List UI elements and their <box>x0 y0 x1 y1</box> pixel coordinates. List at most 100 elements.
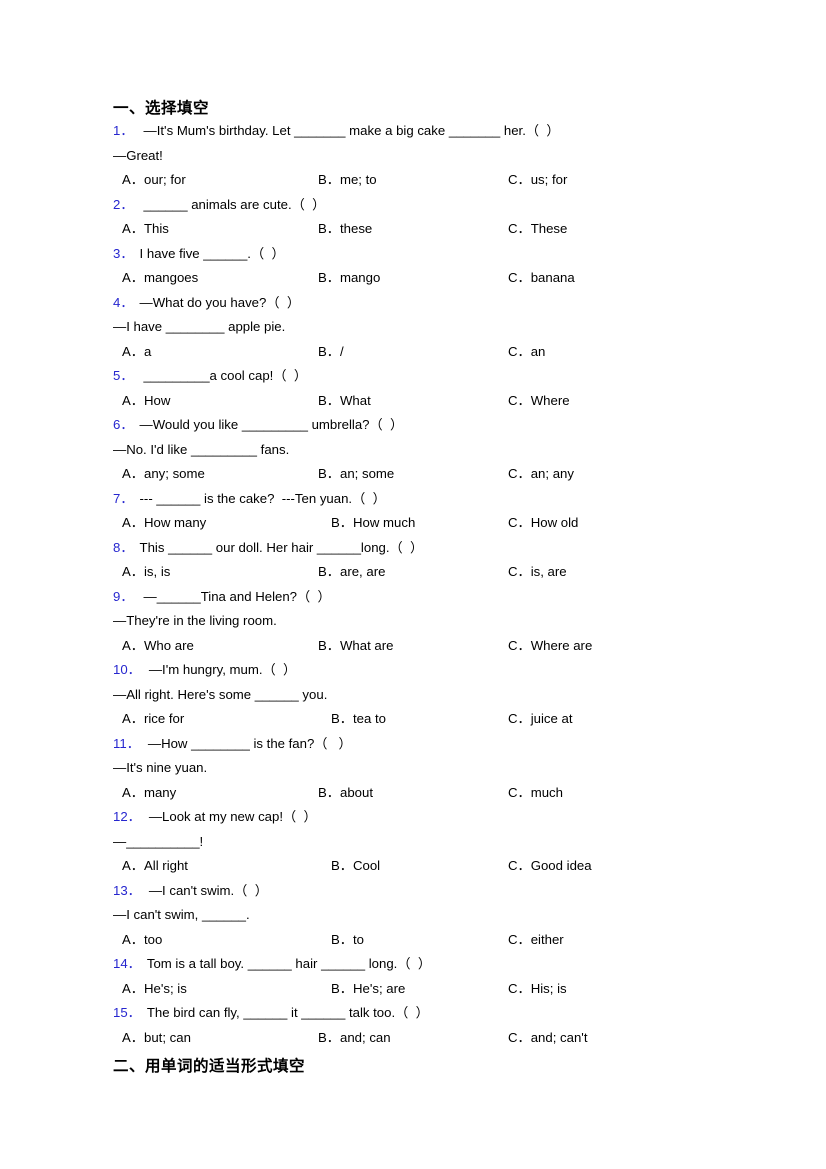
question-continuation-line: —I have ________ apple pie. <box>113 315 813 340</box>
question-continuation: —All right. Here's some ______ you. <box>113 686 328 702</box>
option-b[interactable]: B．tea to <box>331 707 386 732</box>
question-stem: —How ________ is the fan?（ ） <box>147 735 352 751</box>
option-b[interactable]: B．How much <box>331 511 415 536</box>
option-a[interactable]: A．many <box>122 781 176 806</box>
option-row: A．too B．to C．either <box>113 928 813 953</box>
option-c[interactable]: C．either <box>508 928 564 953</box>
option-b[interactable]: B．an; some <box>318 462 394 487</box>
option-a[interactable]: A．our; for <box>122 168 186 193</box>
question-line: 5． _________a cool cap!（ ） <box>113 364 813 389</box>
option-a[interactable]: A．How many <box>122 511 206 536</box>
option-b[interactable]: B．mango <box>318 266 380 291</box>
option-b[interactable]: B．these <box>318 217 372 242</box>
question-line: 9． —______Tina and Helen?（ ） <box>113 585 813 610</box>
question-continuation-line: —It's nine yuan. <box>113 756 813 781</box>
question-stem: —It's Mum's birthday. Let _______ make a… <box>143 123 560 138</box>
option-a[interactable]: A．any; some <box>122 462 205 487</box>
option-c[interactable]: C．banana <box>508 266 575 291</box>
option-row: A．a B．/ C．an <box>113 340 813 365</box>
question-number: 13． <box>113 882 141 898</box>
option-b[interactable]: B．are, are <box>318 560 385 585</box>
question-stem: —I'm hungry, mum.（ ） <box>148 662 297 677</box>
question-stem: ______ animals are cute.（ ） <box>143 196 326 212</box>
option-a[interactable]: A．Who are <box>122 634 194 659</box>
question-line: 12． —Look at my new cap!（ ） <box>113 805 813 830</box>
question-line: 14． Tom is a tall boy. ______ hair ______… <box>113 952 813 977</box>
option-a[interactable]: A．This <box>122 217 169 242</box>
question-line: 3． I have five ______.（ ） <box>113 242 813 267</box>
question-continuation-line: —No. I'd like _________ fans. <box>113 438 813 463</box>
option-b[interactable]: B．He's; are <box>331 977 405 1002</box>
option-b[interactable]: B．me; to <box>318 168 377 193</box>
question-line: 15． The bird can fly, ______ it ______ ta… <box>113 1001 813 1026</box>
question-number: 12． <box>113 809 141 824</box>
question-number: 8． <box>113 539 134 555</box>
question-number: 1． <box>113 123 134 138</box>
option-c[interactable]: C．How old <box>508 511 578 536</box>
option-a[interactable]: A．too <box>122 928 162 953</box>
option-c[interactable]: C．Where are <box>508 634 592 659</box>
option-row: A．How many B．How much C．How old <box>113 511 813 536</box>
option-row: A．any; some B．an; some C．an; any <box>113 462 813 487</box>
option-c[interactable]: C．an <box>508 340 545 365</box>
option-a[interactable]: A．All right <box>122 854 188 879</box>
option-b[interactable]: B．/ <box>318 340 344 365</box>
option-c[interactable]: C．is, are <box>508 560 567 585</box>
question-line: 1． —It's Mum's birthday. Let _______ make… <box>113 119 813 144</box>
option-row: A．our; for B．me; to C．us; for <box>113 168 813 193</box>
option-row: A．many B．about C．much <box>113 781 813 806</box>
option-b[interactable]: B．Cool <box>331 854 380 879</box>
question-line: 8． This ______ our doll. Her hair ______l… <box>113 536 813 561</box>
option-row: A．He's; is B．He's; are C．His; is <box>113 977 813 1002</box>
question-continuation: —I have ________ apple pie. <box>113 319 286 334</box>
option-c[interactable]: C．His; is <box>508 977 567 1002</box>
option-row: A．rice for B．tea to C．juice at <box>113 707 813 732</box>
question-line: 11． —How ________ is the fan?（ ） <box>113 732 813 757</box>
question-continuation-line: —Great! <box>113 144 813 169</box>
question-number: 6． <box>113 417 134 432</box>
option-row: A．How B．What C．Where <box>113 389 813 414</box>
option-c[interactable]: C．us; for <box>508 168 567 193</box>
option-b[interactable]: B．What are <box>318 634 394 659</box>
option-a[interactable]: A．rice for <box>122 707 184 732</box>
section-heading-1: 一、选择填空 <box>113 98 210 117</box>
option-b[interactable]: B．and; can <box>318 1026 391 1051</box>
option-b[interactable]: B．about <box>318 781 373 806</box>
question-continuation: —No. I'd like _________ fans. <box>113 441 290 457</box>
question-line: 10． —I'm hungry, mum.（ ） <box>113 658 813 683</box>
question-line: 6． —Would you like _________ umbrella?（ ） <box>113 413 813 438</box>
option-a[interactable]: A．mangoes <box>122 266 198 291</box>
option-a[interactable]: A．but; can <box>122 1026 191 1051</box>
option-a[interactable]: A．How <box>122 389 170 414</box>
option-c[interactable]: C．an; any <box>508 462 574 487</box>
option-b[interactable]: B．What <box>318 389 371 414</box>
question-number: 15． <box>113 1005 141 1020</box>
option-b[interactable]: B．to <box>331 928 364 953</box>
worksheet-content: 一、选择填空 1． —It's Mum's birthday. Let _____… <box>113 97 813 1077</box>
question-line: 13． —I can't swim.（ ） <box>113 879 813 904</box>
question-number: 11． <box>113 735 140 751</box>
option-c[interactable]: C．These <box>508 217 567 242</box>
question-line: 4． —What do you have?（ ） <box>113 291 813 316</box>
question-continuation-line: —They're in the living room. <box>113 609 813 634</box>
option-c[interactable]: C．juice at <box>508 707 573 732</box>
option-row: A．This B．these C．These <box>113 217 813 242</box>
option-row: A．mangoes B．mango C．banana <box>113 266 813 291</box>
option-a[interactable]: A．He's; is <box>122 977 187 1002</box>
question-continuation: —It's nine yuan. <box>113 760 208 775</box>
option-c[interactable]: C．much <box>508 781 563 806</box>
question-number: 4． <box>113 294 134 310</box>
option-c[interactable]: C．Good idea <box>508 854 592 879</box>
question-number: 7． <box>113 490 134 506</box>
option-row: A．but; can B．and; can C．and; can't <box>113 1026 813 1051</box>
option-a[interactable]: A．is, is <box>122 560 170 585</box>
question-stem: —Look at my new cap!（ ） <box>148 809 317 824</box>
option-c[interactable]: C．Where <box>508 389 570 414</box>
option-c[interactable]: C．and; can't <box>508 1026 588 1051</box>
question-stem: I have five ______.（ ） <box>139 245 285 261</box>
option-row: A．Who are B．What are C．Where are <box>113 634 813 659</box>
option-a[interactable]: A．a <box>122 340 151 365</box>
question-number: 3． <box>113 245 134 261</box>
document-page: 一、选择填空 1． —It's Mum's birthday. Let _____… <box>0 0 826 1169</box>
question-stem: --- ______ is the cake? ---Ten yuan.（ ） <box>139 490 386 506</box>
